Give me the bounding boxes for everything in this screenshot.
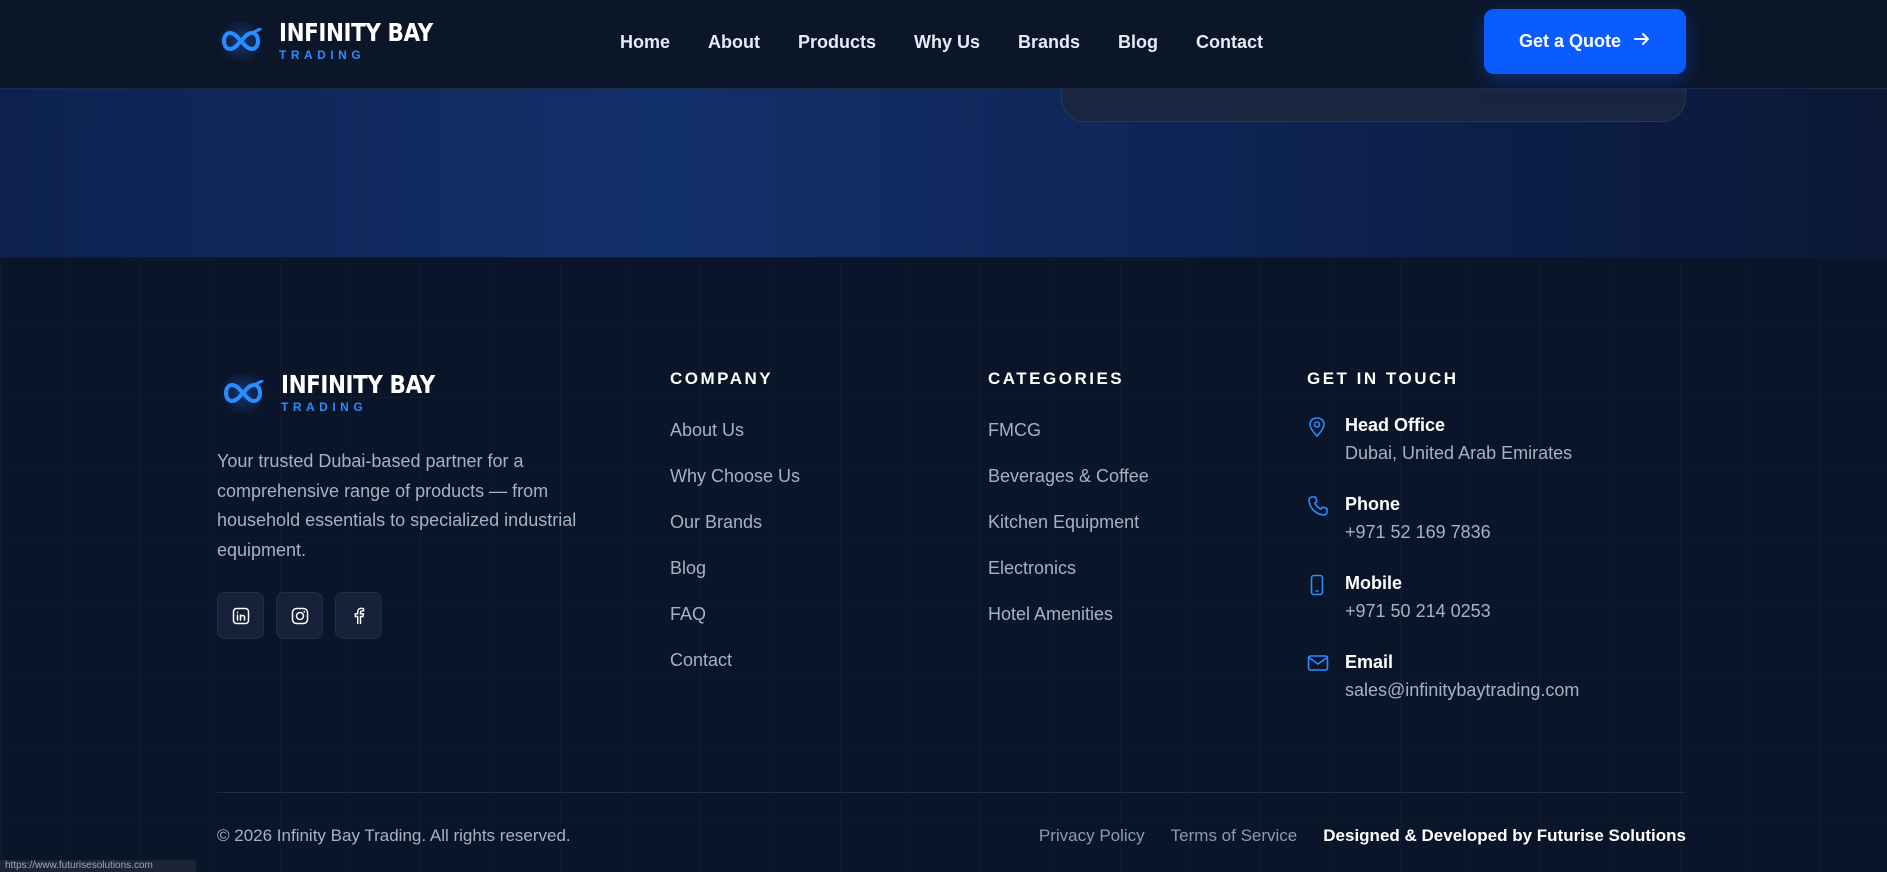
contact-label: Email: [1345, 652, 1394, 672]
contact-email: Email sales@infinitybaytrading.com: [1307, 652, 1579, 701]
category-link-beverages[interactable]: Beverages & Coffee: [988, 465, 1149, 511]
company-title: COMPANY: [670, 369, 774, 388]
hero-card-bottom: [1061, 88, 1686, 122]
terms-of-service-link[interactable]: Terms of Service: [1171, 826, 1298, 846]
browser-status-url: https://www.futurisesolutions.com: [0, 860, 196, 872]
footer-link-why-choose-us[interactable]: Why Choose Us: [670, 465, 800, 511]
contact-value[interactable]: +971 52 169 7836: [1345, 522, 1491, 543]
brand-subtitle: TRADING: [281, 400, 368, 414]
nav-products[interactable]: Products: [798, 32, 876, 53]
footer-divider: [217, 792, 1686, 793]
categories-column: CATEGORIES FMCG Beverages & Coffee Kitch…: [988, 369, 1149, 649]
brand-title: INFINITY BAY: [279, 18, 433, 47]
footer-link-faq[interactable]: FAQ: [670, 603, 800, 649]
footer-logo[interactable]: INFINITY BAY TRADING: [217, 372, 617, 413]
site-footer: INFINITY BAY TRADING Your trusted Dubai-…: [0, 257, 1887, 872]
contact-phone: Phone +971 52 169 7836: [1307, 494, 1579, 543]
nav-home[interactable]: Home: [620, 32, 670, 53]
footer-about: INFINITY BAY TRADING Your trusted Dubai-…: [217, 372, 617, 639]
contact-head-office: Head Office Dubai, United Arab Emirates: [1307, 415, 1579, 464]
footer-description: Your trusted Dubai-based partner for a c…: [217, 451, 577, 560]
contact-title: GET IN TOUCH: [1307, 369, 1459, 388]
nav-about[interactable]: About: [708, 32, 760, 53]
nav-contact[interactable]: Contact: [1196, 32, 1263, 53]
infinity-logo-icon: [217, 372, 269, 413]
footer-link-blog[interactable]: Blog: [670, 557, 800, 603]
get-a-quote-label: Get a Quote: [1518, 31, 1621, 51]
developer-credit-link[interactable]: Designed & Developed by Futurise Solutio…: [1323, 826, 1686, 846]
facebook-icon[interactable]: [335, 592, 382, 639]
footer-link-our-brands[interactable]: Our Brands: [670, 511, 800, 557]
contact-value: Dubai, United Arab Emirates: [1345, 443, 1573, 463]
category-link-hotel[interactable]: Hotel Amenities: [988, 603, 1149, 649]
contact-value[interactable]: +971 50 214 0253: [1345, 601, 1491, 622]
phone-icon: [1307, 494, 1329, 543]
contact-mobile: Mobile +971 50 214 0253: [1307, 573, 1579, 622]
footer-bottom-links: Privacy Policy Terms of Service Designed…: [1039, 826, 1686, 846]
mail-icon: [1307, 652, 1329, 701]
site-header: INFINITY BAY TRADING Home About Products…: [0, 0, 1887, 89]
instagram-icon[interactable]: [276, 592, 323, 639]
privacy-policy-link[interactable]: Privacy Policy: [1039, 826, 1145, 846]
footer-link-about-us[interactable]: About Us: [670, 419, 800, 465]
copyright-text: © 2026 Infinity Bay Trading. All rights …: [217, 826, 571, 845]
main-nav: Home About Products Why Us Brands Blog C…: [620, 0, 1301, 84]
brand-title: INFINITY BAY: [281, 370, 435, 399]
brand-subtitle: TRADING: [279, 48, 366, 62]
category-link-electronics[interactable]: Electronics: [988, 557, 1149, 603]
category-link-fmcg[interactable]: FMCG: [988, 419, 1149, 465]
nav-why-us[interactable]: Why Us: [914, 32, 980, 53]
nav-brands[interactable]: Brands: [1018, 32, 1080, 53]
category-link-kitchen[interactable]: Kitchen Equipment: [988, 511, 1149, 557]
header-logo[interactable]: INFINITY BAY TRADING: [215, 20, 458, 61]
categories-title: CATEGORIES: [988, 369, 1125, 388]
arrow-right-icon: [1633, 30, 1651, 53]
social-links: [217, 592, 617, 639]
linkedin-icon[interactable]: [217, 592, 264, 639]
nav-blog[interactable]: Blog: [1118, 32, 1158, 53]
company-column: COMPANY About Us Why Choose Us Our Brand…: [670, 369, 800, 695]
map-pin-icon: [1307, 415, 1329, 464]
contact-column: GET IN TOUCH Head Office Dubai, United A…: [1307, 369, 1579, 731]
mobile-icon: [1307, 573, 1329, 622]
contact-label: Mobile: [1345, 573, 1402, 593]
contact-label: Phone: [1345, 494, 1401, 514]
get-a-quote-button[interactable]: Get a Quote: [1484, 9, 1686, 74]
footer-link-contact[interactable]: Contact: [670, 649, 800, 695]
contact-label: Head Office: [1345, 415, 1446, 435]
infinity-logo-icon: [215, 20, 267, 61]
contact-value[interactable]: sales@infinitybaytrading.com: [1345, 680, 1579, 701]
